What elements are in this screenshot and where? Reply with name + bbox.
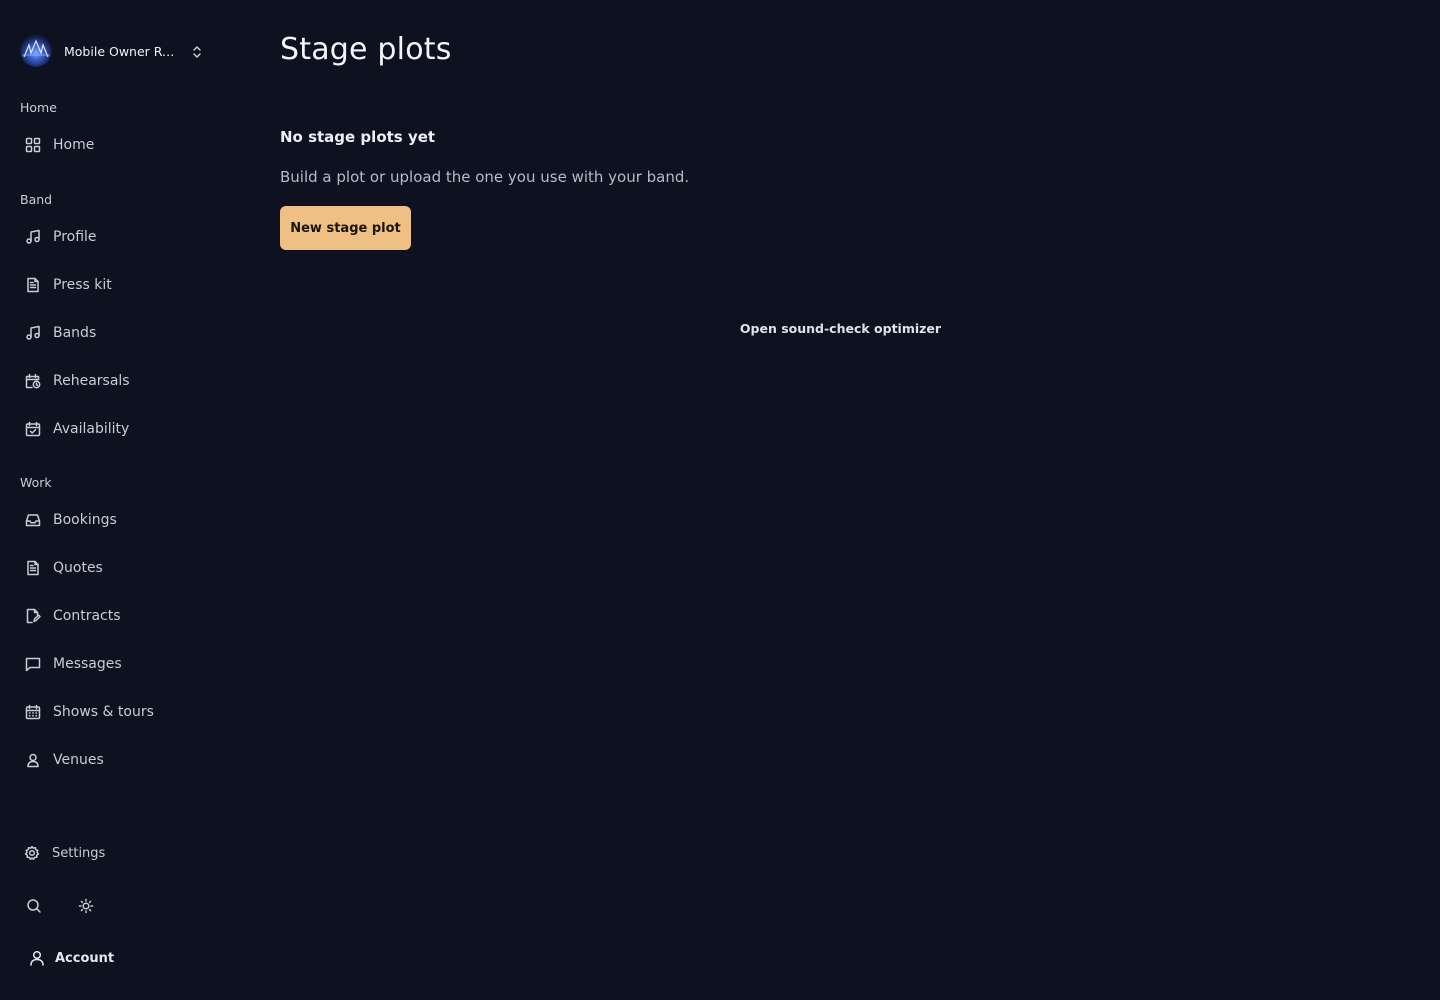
inbox-icon xyxy=(25,512,41,528)
sidebar-item-label: Rehearsals xyxy=(53,373,130,389)
sidebar-item-label: Availability xyxy=(53,421,130,437)
sidebar-item-label: Press kit xyxy=(53,277,112,293)
sidebar-item-quotes[interactable]: Quotes xyxy=(20,550,220,586)
sidebar-item-settings[interactable]: Settings xyxy=(20,835,140,871)
sidebar-item-label: Quotes xyxy=(53,560,103,576)
search-button[interactable] xyxy=(20,892,48,920)
sidebar-item-venues[interactable]: Venues xyxy=(20,742,220,778)
file-signature-icon xyxy=(25,608,41,624)
sun-icon xyxy=(78,898,94,914)
sidebar-item-contracts[interactable]: Contracts xyxy=(20,598,220,634)
account-label: Account xyxy=(55,950,115,966)
music-note-icon xyxy=(25,229,41,245)
sidebar-item-profile[interactable]: Profile xyxy=(20,219,220,255)
sidebar-item-availability[interactable]: Availability xyxy=(20,411,220,447)
sidebar-item-messages[interactable]: Messages xyxy=(20,646,220,682)
sidebar-item-label: Messages xyxy=(53,656,122,672)
new-stage-plot-button[interactable]: New stage plot xyxy=(280,206,411,250)
open-sound-check-optimizer-link[interactable]: Open sound-check optimizer xyxy=(732,318,949,338)
sidebar-item-bookings[interactable]: Bookings xyxy=(20,502,220,538)
sidebar-item-label: Contracts xyxy=(53,608,121,624)
empty-state-description: Build a plot or upload the one you use w… xyxy=(280,168,690,186)
map-pin-user-icon xyxy=(25,752,41,768)
org-logo xyxy=(20,35,52,67)
sidebar-item-rehearsals[interactable]: Rehearsals xyxy=(20,363,220,399)
sidebar-item-label: Venues xyxy=(53,752,104,768)
section-label-work: Work xyxy=(20,475,52,490)
sidebar-item-label: Settings xyxy=(52,845,106,861)
sidebar-item-home[interactable]: Home xyxy=(20,127,220,163)
message-square-icon xyxy=(25,656,41,672)
calendar-clock-icon xyxy=(25,373,41,389)
sidebar-item-label: Bands xyxy=(53,325,97,341)
section-label-band: Band xyxy=(20,192,53,207)
sidebar-item-bands[interactable]: Bands xyxy=(20,315,220,351)
chevron-up-down-icon xyxy=(191,44,203,63)
dashboard-icon xyxy=(25,137,41,153)
sidebar-item-press-kit[interactable]: Press kit xyxy=(20,267,220,303)
sidebar-item-shows-tours[interactable]: Shows & tours xyxy=(20,694,220,730)
sidebar-item-label: Bookings xyxy=(53,512,117,528)
section-label-home: Home xyxy=(20,100,57,115)
empty-state-title: No stage plots yet xyxy=(280,128,436,146)
sidebar: Mobile Owner Re... Home Home Band Profil… xyxy=(0,0,240,1000)
theme-toggle-button[interactable] xyxy=(72,892,100,920)
sidebar-item-label: Profile xyxy=(53,229,97,245)
music-note-icon xyxy=(25,325,41,341)
gear-icon xyxy=(24,845,40,861)
search-icon xyxy=(26,898,42,914)
account-button[interactable]: Account xyxy=(20,944,220,972)
user-icon xyxy=(28,949,46,967)
document-icon xyxy=(25,560,41,576)
main-content: Stage plots No stage plots yet Build a p… xyxy=(280,0,1400,1000)
sidebar-item-label: Home xyxy=(53,137,95,153)
org-switcher[interactable]: Mobile Owner Re... xyxy=(20,35,210,67)
calendar-grid-icon xyxy=(25,704,41,720)
document-icon xyxy=(25,277,41,293)
sidebar-item-label: Shows & tours xyxy=(53,704,154,720)
org-name: Mobile Owner Re... xyxy=(64,43,178,59)
calendar-check-icon xyxy=(25,421,41,437)
page-title: Stage plots xyxy=(280,32,452,67)
